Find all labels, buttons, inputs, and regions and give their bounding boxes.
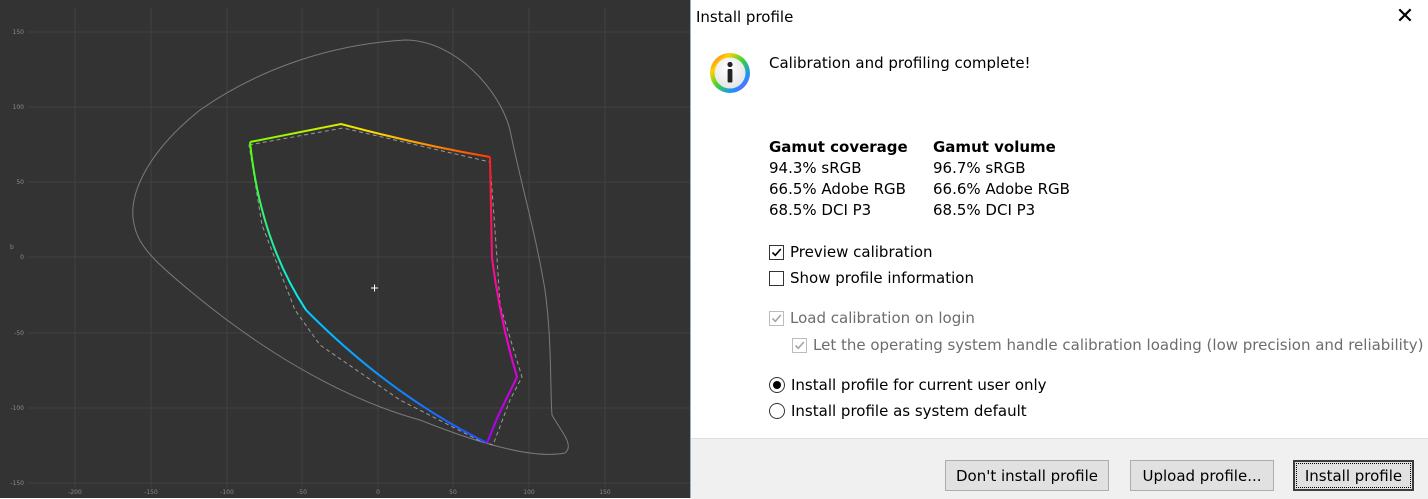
x-tick: 50 [449, 489, 457, 496]
x-tick: -50 [297, 489, 307, 496]
y-tick: 0 [20, 254, 24, 261]
gamut-plot-svg: 150 100 50 0 -50 -100 -150 -200 -150 -10… [10, 8, 690, 496]
completion-message: Calibration and profiling complete! [769, 54, 1031, 72]
os-handle-calibration-option: Let the operating system handle calibrat… [792, 336, 1423, 354]
gamut-volume-value: 96.7% sRGB [933, 159, 1026, 177]
y-tick: 50 [16, 179, 24, 186]
plot-tick-labels: 150 100 50 0 -50 -100 -150 -200 -150 -10… [10, 29, 611, 496]
install-profile-dialog: Install profile ✕ Calibration and profil… [690, 0, 1428, 499]
white-point-marker [371, 284, 378, 292]
install-system-default-radio[interactable] [769, 403, 785, 419]
x-tick: -150 [144, 489, 158, 496]
x-tick: 150 [599, 489, 611, 496]
show-profile-information-option[interactable]: Show profile information [769, 269, 974, 287]
gamut-edge-red-magenta-blue [486, 156, 519, 444]
gamut-volume-section: Gamut volume 96.7% sRGB 66.6% Adobe RGB … [933, 137, 1070, 221]
load-calibration-on-login-label: Load calibration on login [790, 309, 975, 327]
y-tick: -50 [14, 330, 24, 337]
os-handle-calibration-checkbox [792, 337, 807, 353]
y-tick: -100 [10, 405, 24, 412]
install-current-user-option[interactable]: Install profile for current user only [769, 376, 1047, 394]
x-tick: 100 [523, 489, 535, 496]
gamut-volume-value: 66.6% Adobe RGB [933, 180, 1070, 198]
gamut-coverage-section: Gamut coverage 94.3% sRGB 66.5% Adobe RG… [769, 137, 908, 221]
install-current-user-radio[interactable] [769, 377, 785, 393]
preview-calibration-option[interactable]: Preview calibration [769, 243, 933, 261]
gamut-volume-heading: Gamut volume [933, 138, 1056, 156]
gamut-volume-value: 68.5% DCI P3 [933, 201, 1036, 219]
gamut-coverage-heading: Gamut coverage [769, 138, 908, 156]
gamut-coverage-value: 68.5% DCI P3 [769, 201, 872, 219]
upload-profile-button[interactable]: Upload profile... [1130, 460, 1274, 491]
install-system-default-label: Install profile as system default [791, 402, 1027, 420]
preview-calibration-checkbox[interactable] [769, 244, 784, 260]
target-gamut-outline [248, 127, 523, 446]
show-profile-information-checkbox[interactable] [769, 270, 784, 286]
dialog-title: Install profile [696, 8, 794, 26]
x-tick: -200 [68, 489, 82, 496]
plot-grid [28, 8, 690, 488]
gamut-edge-green-cyan [249, 141, 307, 311]
checkmark-icon [771, 247, 782, 256]
gamut-edge-green-yellow-red [249, 122, 491, 158]
load-calibration-on-login-option: Load calibration on login [769, 309, 975, 327]
info-icon [710, 53, 750, 93]
install-current-user-label: Install profile for current user only [791, 376, 1047, 394]
x-tick: -100 [220, 489, 234, 496]
gamut-coverage-value: 66.5% Adobe RGB [769, 180, 906, 198]
gamut-plot: 150 100 50 0 -50 -100 -150 -200 -150 -10… [0, 0, 690, 498]
dont-install-profile-button[interactable]: Don't install profile [945, 460, 1109, 491]
gamut-coverage-value: 94.3% sRGB [769, 159, 862, 177]
install-profile-button[interactable]: Install profile [1293, 460, 1414, 491]
y-tick: -150 [10, 480, 24, 487]
load-calibration-on-login-checkbox [769, 310, 784, 326]
y-axis-label: b [10, 244, 14, 251]
install-system-default-option[interactable]: Install profile as system default [769, 402, 1027, 420]
reference-gamut-outline [132, 39, 569, 455]
checkmark-icon [794, 340, 805, 349]
y-tick: 100 [13, 104, 25, 111]
checkmark-icon [771, 313, 782, 322]
dialog-footer: Don't install profile Upload profile... … [691, 438, 1428, 499]
close-icon[interactable]: ✕ [1390, 3, 1420, 31]
gamut-edge-cyan-blue [305, 309, 488, 444]
preview-calibration-label: Preview calibration [790, 243, 933, 261]
y-tick: 150 [13, 29, 25, 36]
show-profile-information-label: Show profile information [790, 269, 974, 287]
os-handle-calibration-label: Let the operating system handle calibrat… [813, 336, 1424, 354]
x-tick: 0 [376, 489, 380, 496]
